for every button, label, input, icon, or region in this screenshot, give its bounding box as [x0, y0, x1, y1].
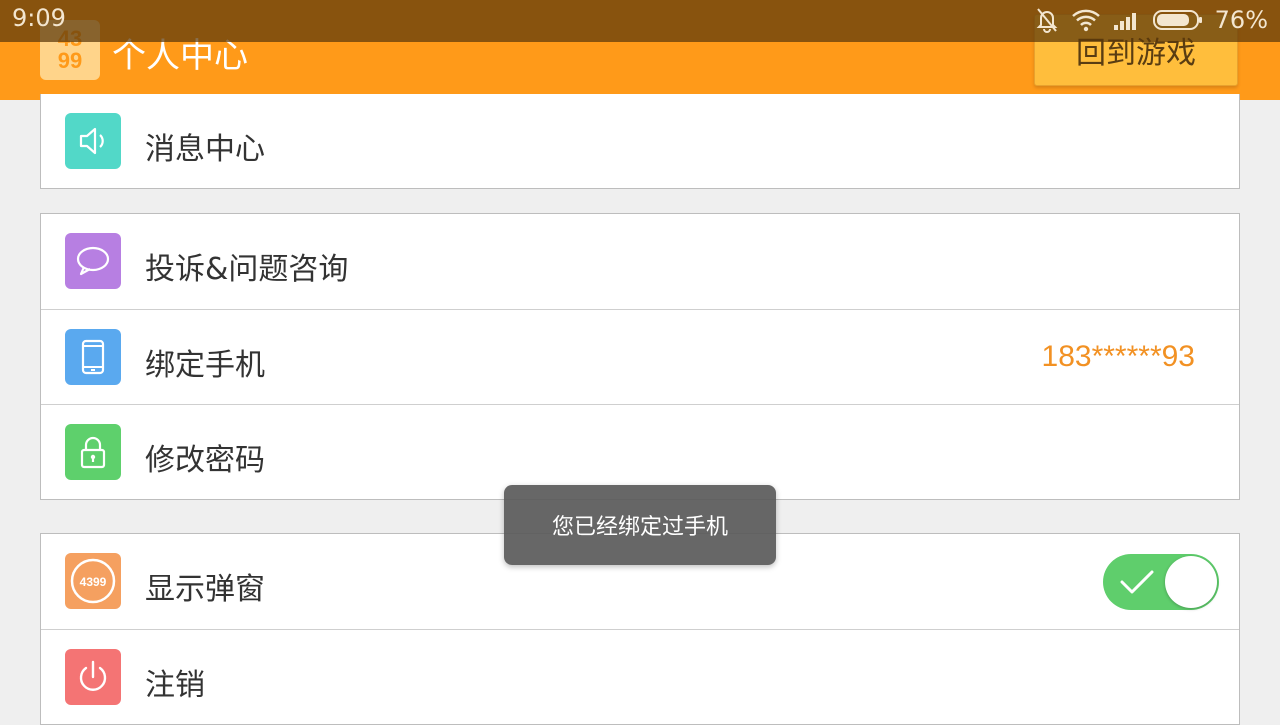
power-icon: [65, 649, 121, 705]
4399-logo-text: 4399: [80, 575, 107, 589]
list-item-label: 投诉&问题咨询: [145, 252, 349, 287]
status-icons: 76%: [1035, 6, 1268, 34]
list-item-logout[interactable]: 注销: [41, 629, 1239, 724]
wifi-icon: [1071, 9, 1100, 32]
chat-bubble-icon: [65, 233, 121, 289]
battery-icon: [1152, 10, 1202, 30]
list-item-label: 消息中心: [145, 132, 265, 167]
check-icon: [1120, 570, 1154, 594]
bound-phone-number: 183******93: [1041, 340, 1195, 373]
logo-text-bottom: 99: [57, 48, 83, 73]
list-item-label: 注销: [145, 668, 205, 703]
toast-message: 您已经绑定过手机: [504, 485, 776, 565]
list-item-label: 显示弹窗: [145, 572, 265, 607]
battery-percentage: 76%: [1214, 6, 1268, 34]
bell-off-icon: [1036, 8, 1058, 33]
list-item-label: 修改密码: [145, 443, 265, 478]
list-group-account: 投诉&问题咨询 绑定手机 183******93 修改密码: [40, 213, 1240, 500]
phone-icon: [65, 329, 121, 385]
toggle-knob: [1165, 556, 1217, 608]
signal-icon: [1113, 13, 1136, 30]
list-item-complaint[interactable]: 投诉&问题咨询: [41, 214, 1239, 309]
list-item-label: 绑定手机: [145, 348, 265, 383]
list-item-bind-phone[interactable]: 绑定手机 183******93: [41, 309, 1239, 404]
status-bar: 9:09 76%: [0, 0, 1280, 42]
list-group-messages: 消息中心: [40, 94, 1240, 189]
show-popup-toggle[interactable]: [1103, 554, 1219, 610]
4399-logo-icon: 4399: [65, 553, 121, 609]
status-time: 9:09: [12, 4, 66, 32]
list-item-message-center[interactable]: 消息中心: [41, 94, 1239, 188]
speaker-icon: [65, 113, 121, 169]
lock-icon: [65, 424, 121, 480]
